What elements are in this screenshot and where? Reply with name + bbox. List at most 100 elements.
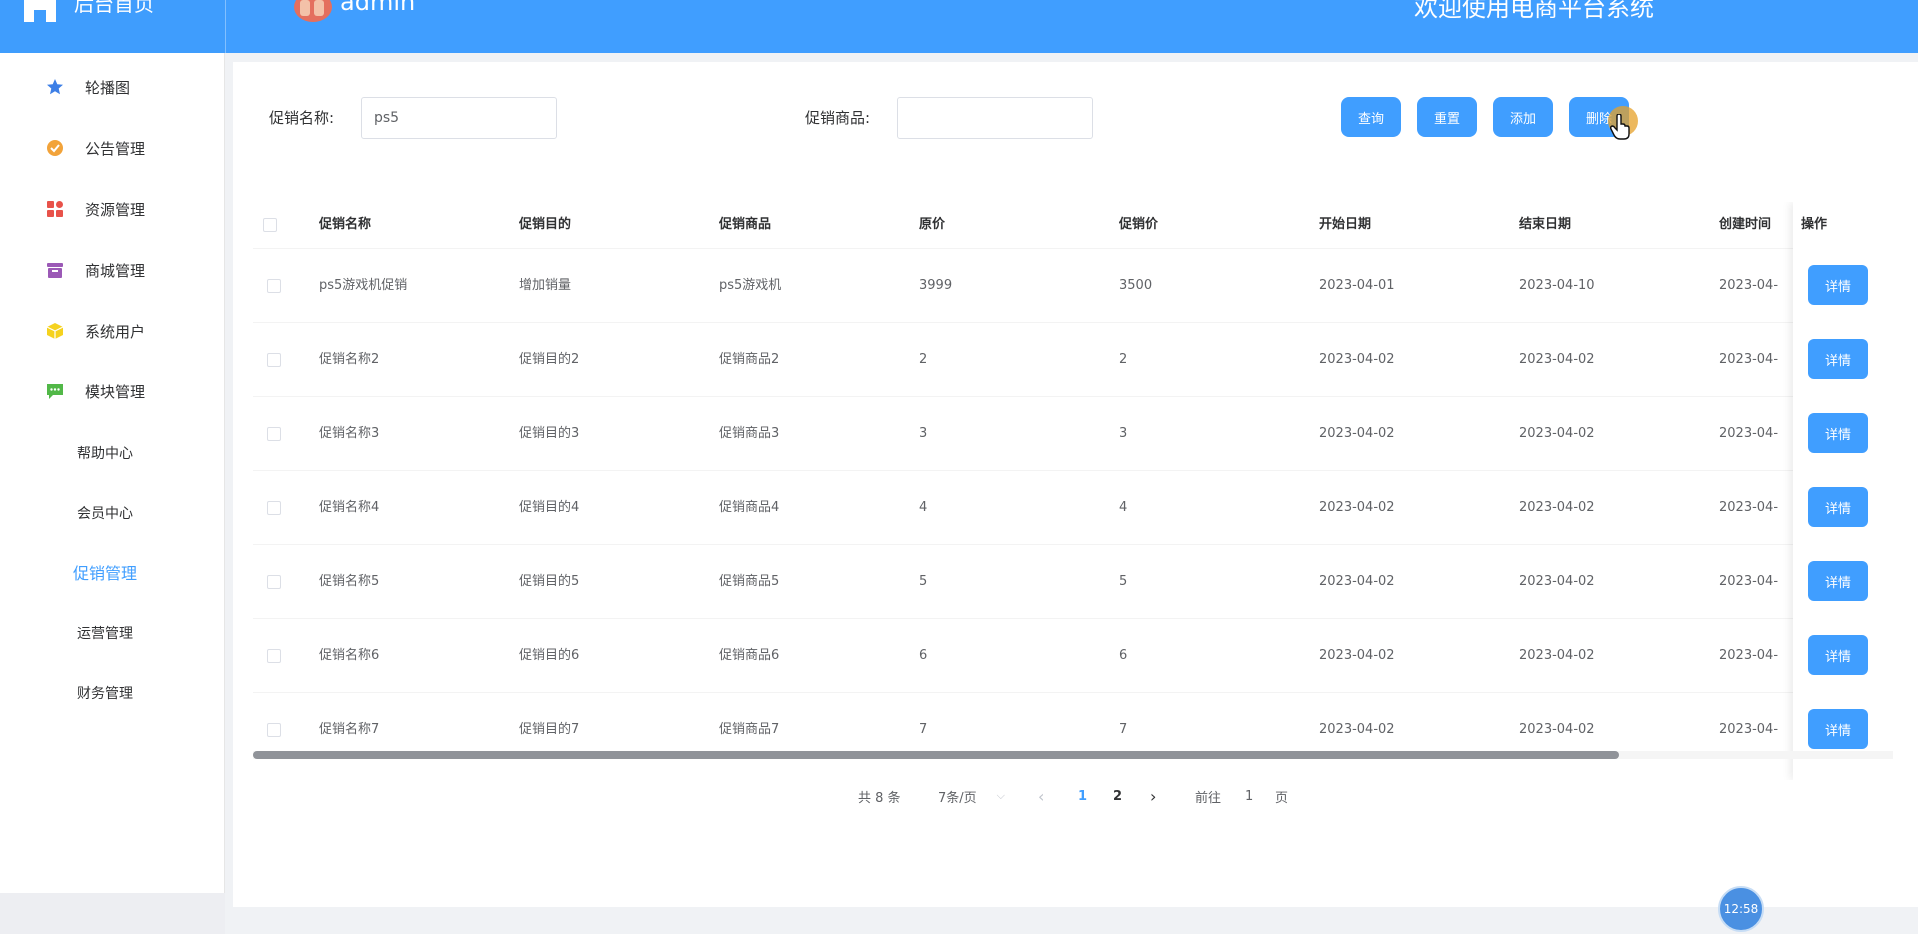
- sidebar-item-system-users[interactable]: 系统用户: [0, 306, 225, 356]
- table-row: 促销名称3 促销目的3 促销商品3 3 3 2023-04-02 2023-04…: [253, 396, 1893, 470]
- brand-title: 后台首页: [74, 0, 154, 16]
- cell-purpose: 促销目的5: [519, 574, 580, 589]
- avatar[interactable]: [294, 0, 332, 22]
- cell-start-date: 2023-04-02: [1319, 352, 1395, 367]
- horizontal-scrollbar-thumb[interactable]: [253, 751, 1619, 759]
- pagination-total: 共 8 条: [858, 790, 901, 806]
- sidebar-item-label: 商城管理: [85, 261, 146, 280]
- chevron-down-icon: ⌵: [996, 789, 1005, 802]
- reset-button[interactable]: 重置: [1417, 97, 1477, 137]
- col-header-original-price[interactable]: 原价: [919, 202, 945, 248]
- detail-button[interactable]: 详情: [1808, 487, 1868, 527]
- header-divider: [225, 0, 226, 53]
- next-page-icon[interactable]: ›: [1150, 782, 1156, 810]
- add-button[interactable]: 添加: [1493, 97, 1553, 137]
- row-checkbox[interactable]: [267, 353, 281, 367]
- brand-area[interactable]: 后台首页: [0, 0, 225, 53]
- detail-button[interactable]: 详情: [1808, 265, 1868, 305]
- cell-name: 促销名称6: [319, 648, 380, 663]
- row-checkbox[interactable]: [267, 649, 281, 663]
- sidebar-subitem-operations[interactable]: 运营管理: [0, 608, 225, 658]
- cell-promo-price: 6: [1119, 648, 1128, 663]
- page-size-select[interactable]: 7条/页 ⌵: [938, 782, 1005, 810]
- select-all-checkbox[interactable]: [263, 218, 277, 232]
- cell-promo-price: 3500: [1119, 278, 1153, 293]
- detail-button[interactable]: 详情: [1808, 413, 1868, 453]
- cell-purpose: 促销目的4: [519, 500, 580, 515]
- cell-end-date: 2023-04-02: [1519, 574, 1595, 589]
- sidebar-subitem-member[interactable]: 会员中心: [0, 488, 225, 538]
- detail-button[interactable]: 详情: [1808, 635, 1868, 675]
- cell-original-price: 6: [919, 648, 928, 663]
- sidebar-item-modules[interactable]: 模块管理: [0, 366, 225, 416]
- user-name[interactable]: admin: [340, 0, 415, 16]
- cell-created: 2023-04-: [1719, 500, 1779, 515]
- col-header-promo-price[interactable]: 促销价: [1119, 202, 1158, 248]
- sidebar-subitem-promotion[interactable]: 促销管理: [0, 547, 225, 597]
- cell-end-date: 2023-04-02: [1519, 500, 1595, 515]
- sidebar-subitem-label: 会员中心: [77, 506, 133, 522]
- sidebar-item-label: 系统用户: [85, 322, 146, 341]
- col-header-end-date[interactable]: 结束日期: [1519, 202, 1571, 248]
- prev-page-icon[interactable]: ‹: [1038, 782, 1044, 810]
- cell-product: 促销商品3: [719, 426, 780, 441]
- table-row: 促销名称5 促销目的5 促销商品5 5 5 2023-04-02 2023-04…: [253, 544, 1893, 618]
- cell-original-price: 2: [919, 352, 928, 367]
- col-header-created[interactable]: 创建时间: [1719, 202, 1771, 248]
- promo-product-input[interactable]: [897, 97, 1093, 139]
- star-icon: [46, 78, 64, 96]
- goto-page-input[interactable]: 1: [1245, 782, 1253, 810]
- main-panel: 促销名称: 促销商品: 查询 重置 添加 删除 促销名称 促销目的 促销商品 原…: [233, 62, 1918, 907]
- promotion-table: 促销名称 促销目的 促销商品 原价 促销价 开始日期 结束日期 创建时间 ps5…: [253, 202, 1893, 780]
- detail-button[interactable]: 详情: [1808, 709, 1868, 749]
- cell-purpose: 增加销量: [519, 278, 572, 293]
- sidebar-item-announcement[interactable]: 公告管理: [0, 123, 225, 173]
- sidebar-item-label: 资源管理: [85, 200, 146, 219]
- cell-original-price: 5: [919, 574, 928, 589]
- sidebar-item-resources[interactable]: 资源管理: [0, 184, 225, 234]
- page-number-1[interactable]: 1: [1078, 782, 1087, 810]
- sidebar-footer: [0, 893, 225, 934]
- sidebar-subitem-finance[interactable]: 财务管理: [0, 668, 225, 718]
- promo-name-label: 促销名称:: [269, 109, 335, 127]
- grid-icon: [46, 200, 64, 218]
- row-checkbox[interactable]: [267, 279, 281, 293]
- cell-product: 促销商品2: [719, 352, 780, 367]
- col-header-name[interactable]: 促销名称: [319, 202, 371, 248]
- cell-end-date: 2023-04-02: [1519, 426, 1595, 441]
- row-checkbox[interactable]: [267, 575, 281, 589]
- row-checkbox[interactable]: [267, 723, 281, 737]
- promo-name-input[interactable]: [361, 97, 557, 139]
- operation-column: 操作 详情 详情 详情 详情 详情 详情 详情: [1793, 202, 1893, 780]
- page-number-2[interactable]: 2: [1113, 782, 1122, 810]
- cell-purpose: 促销目的3: [519, 426, 580, 441]
- detail-button[interactable]: 详情: [1808, 561, 1868, 601]
- sidebar-item-mall[interactable]: 商城管理: [0, 245, 225, 295]
- cell-product: ps5游戏机: [719, 278, 782, 293]
- col-header-start-date[interactable]: 开始日期: [1319, 202, 1371, 248]
- cell-original-price: 4: [919, 500, 928, 515]
- row-checkbox[interactable]: [267, 427, 281, 441]
- query-button[interactable]: 查询: [1341, 97, 1401, 137]
- sidebar-subitem-help[interactable]: 帮助中心: [0, 428, 225, 478]
- row-checkbox[interactable]: [267, 501, 281, 515]
- sidebar-item-carousel[interactable]: 轮播图: [0, 62, 225, 112]
- col-header-purpose[interactable]: 促销目的: [519, 202, 571, 248]
- cell-created: 2023-04-: [1719, 574, 1779, 589]
- cell-end-date: 2023-04-10: [1519, 278, 1595, 293]
- cell-purpose: 促销目的2: [519, 352, 580, 367]
- cell-start-date: 2023-04-02: [1319, 648, 1395, 663]
- sidebar-subitem-label: 促销管理: [73, 564, 138, 583]
- hand-cursor-icon: [1610, 114, 1630, 140]
- goto-prefix: 前往: [1195, 790, 1222, 806]
- promo-product-label: 促销商品:: [805, 109, 871, 127]
- sidebar-subitem-label: 运营管理: [77, 626, 133, 642]
- sidebar-item-label: 模块管理: [85, 382, 146, 401]
- detail-button[interactable]: 详情: [1808, 339, 1868, 379]
- badge-icon: [46, 139, 64, 157]
- cell-start-date: 2023-04-02: [1319, 574, 1395, 589]
- cell-start-date: 2023-04-01: [1319, 278, 1395, 293]
- table-row: 促销名称2 促销目的2 促销商品2 2 2 2023-04-02 2023-04…: [253, 322, 1893, 396]
- col-header-product[interactable]: 促销商品: [719, 202, 771, 248]
- clock-badge: 12:58: [1718, 886, 1764, 932]
